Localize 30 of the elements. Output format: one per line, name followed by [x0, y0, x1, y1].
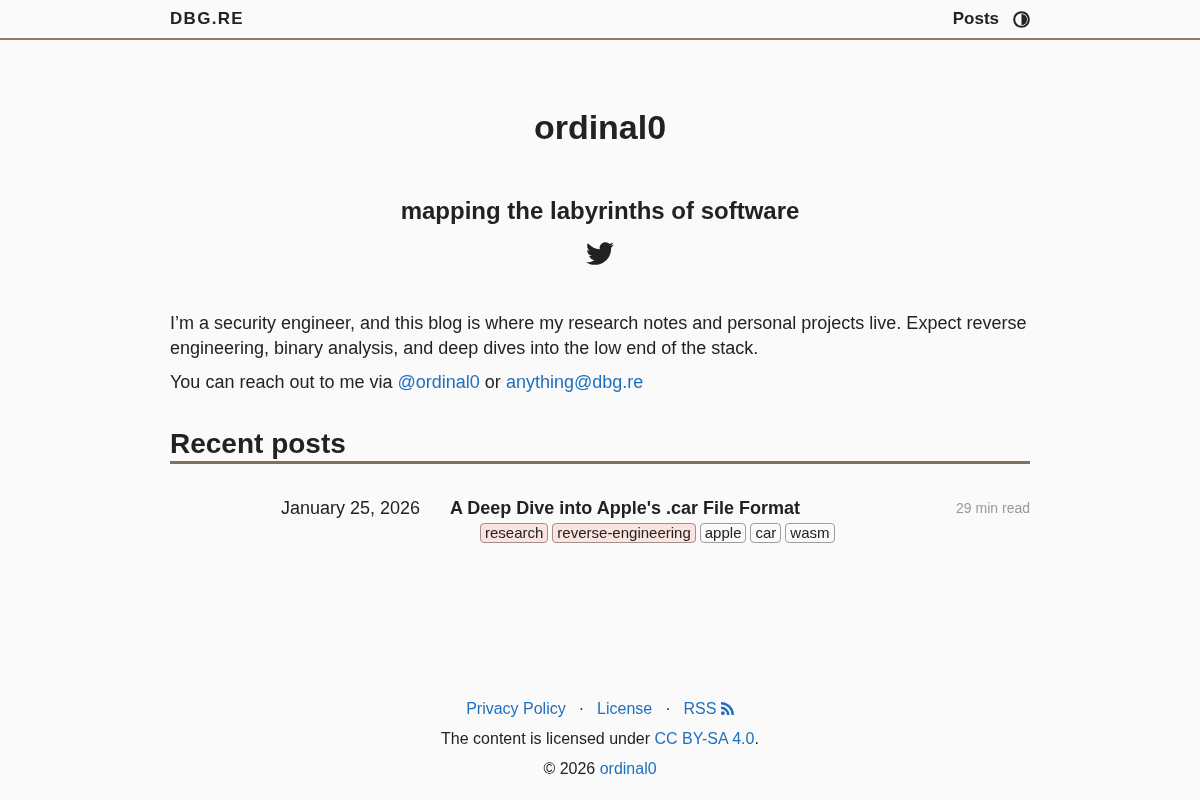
copyright-text: © 2026 ordinal0 [543, 759, 657, 779]
profile-subtitle: mapping the labyrinths of software [399, 196, 801, 226]
bird-icon[interactable] [586, 242, 614, 265]
profile-title: ordinal0 [532, 107, 668, 147]
site-title-link[interactable]: DBG.RE [170, 9, 244, 29]
tag-link[interactable]: reverse-engineering [552, 523, 696, 543]
footer-link[interactable]: License [597, 700, 653, 718]
rss-feed-icon [720, 702, 734, 715]
tag-link[interactable]: car [750, 523, 782, 543]
section-heading: Recent posts [170, 427, 1030, 464]
cc-by-sa-link[interactable]: CC BY-SA 4.0 [654, 730, 755, 747]
tag-link[interactable]: wasm [785, 523, 835, 543]
read-time: 29 min read [956, 499, 1030, 518]
author-link[interactable]: ordinal0 [599, 760, 657, 777]
intro-paragraph: I’m a security engineer, and this blog is where my research notes and personal projects live. Expect reverse engineering, binary analysis, and deep dives into the low end of the stack. [170, 312, 1028, 360]
footer-link[interactable]: RSS [683, 700, 734, 718]
post-date: January 25, 2026 [279, 497, 420, 520]
tag-link[interactable]: apple [699, 523, 747, 543]
contact-paragraph: You can reach out to me via @ordinal0 or anything@dbg.re [170, 371, 645, 394]
half-circle-icon [1013, 10, 1030, 28]
contact-link[interactable]: @ordinal0 [397, 372, 480, 392]
theme-toggle-button[interactable] [1013, 10, 1030, 28]
tag-link[interactable]: research [480, 523, 549, 543]
footer-link[interactable]: Privacy Policy [466, 700, 566, 718]
contact-link[interactable]: anything@dbg.re [505, 372, 644, 392]
license-notice: The content is licensed under CC BY-SA 4.0. [441, 729, 759, 749]
separator-dot: · [578, 700, 585, 718]
nav-link[interactable]: Posts [952, 9, 999, 29]
separator-dot: · [665, 700, 671, 718]
post-title-link[interactable]: A Deep Dive into Apple's .car File Format [450, 496, 801, 520]
